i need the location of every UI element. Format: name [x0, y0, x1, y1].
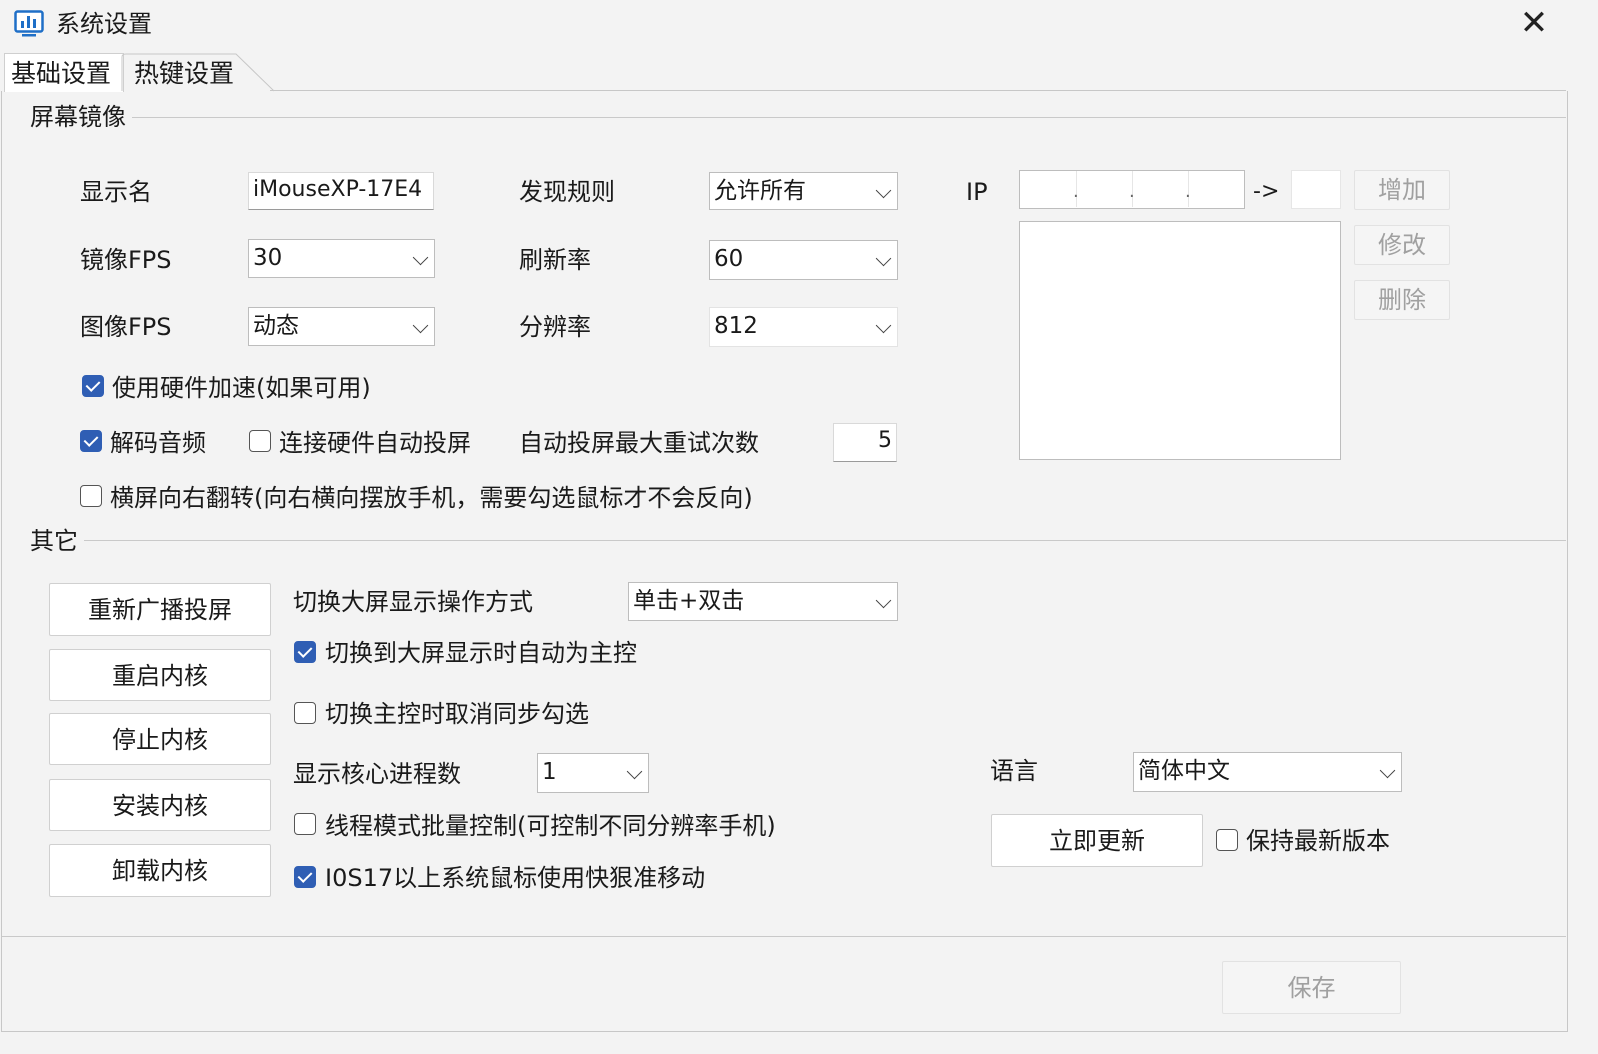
keep-latest-checkbox[interactable] [1216, 829, 1238, 851]
select-value: 单击+双击 [633, 588, 745, 614]
ip-dot-separator: . [1129, 181, 1135, 202]
max-retry-field[interactable]: 5 [833, 423, 897, 462]
chevron-down-icon [1379, 762, 1396, 779]
ip-octet-2[interactable] [1076, 171, 1133, 207]
restart-kernel-button[interactable]: 重启内核 [49, 649, 271, 701]
ios17-move-checkbox[interactable] [294, 866, 316, 888]
hardware-accel-label: 使用硬件加速(如果可用) [112, 374, 371, 402]
switch-mode-label: 切换大屏显示操作方式 [293, 588, 533, 616]
group-divider [84, 540, 1566, 541]
ip-end-field[interactable] [1291, 170, 1341, 209]
tab-hotkey-settings[interactable]: 热键设置 [128, 54, 278, 90]
auto-cast-label: 连接硬件自动投屏 [279, 429, 471, 457]
tab-label: 热键设置 [134, 59, 235, 88]
resolution-select[interactable]: 812 [709, 307, 898, 347]
select-value: 60 [714, 246, 744, 272]
resolution-label: 分辨率 [519, 313, 591, 341]
auto-master-checkbox[interactable] [294, 641, 316, 663]
select-value: 简体中文 [1138, 758, 1230, 784]
delete-button[interactable]: 删除 [1354, 280, 1450, 320]
group-title-screen-mirror: 屏幕镜像 [30, 102, 132, 132]
rebroadcast-button[interactable]: 重新广播投屏 [49, 583, 271, 636]
display-name-label: 显示名 [80, 178, 152, 206]
landscape-flip-label: 横屏向右翻转(向右横向摆放手机，需要勾选鼠标才不会反向) [110, 484, 753, 512]
thread-mode-label: 线程模式批量控制(可控制不同分辨率手机) [325, 812, 776, 840]
language-label: 语言 [990, 757, 1038, 785]
ip-address-input[interactable]: ... [1019, 170, 1245, 209]
uninstall-kernel-button[interactable]: 卸载内核 [49, 844, 271, 897]
image-fps-select[interactable]: 动态 [248, 307, 435, 346]
select-value: 812 [714, 313, 758, 339]
tab-basic-settings[interactable]: 基础设置 [4, 53, 124, 92]
core-process-select[interactable]: 1 [537, 753, 649, 793]
refresh-rate-select[interactable]: 60 [709, 240, 898, 280]
select-value: 1 [542, 759, 557, 785]
cancel-sync-label: 切换主控时取消同步勾选 [325, 700, 589, 728]
chevron-down-icon [875, 250, 892, 267]
select-value: 允许所有 [714, 178, 806, 204]
ip-octet-4[interactable] [1188, 171, 1244, 207]
chevron-down-icon [875, 317, 892, 334]
thread-mode-checkbox[interactable] [294, 813, 316, 835]
tab-label: 基础设置 [11, 59, 112, 88]
chevron-down-icon [875, 182, 892, 199]
decode-audio-checkbox[interactable] [80, 430, 102, 452]
landscape-flip-checkbox[interactable] [80, 485, 102, 507]
group-divider [130, 117, 1566, 118]
chevron-down-icon [412, 317, 429, 334]
chevron-down-icon [875, 592, 892, 609]
cancel-sync-checkbox[interactable] [294, 702, 316, 724]
modify-button[interactable]: 修改 [1354, 225, 1450, 265]
select-value: 30 [253, 245, 283, 271]
keep-latest-label: 保持最新版本 [1246, 827, 1390, 855]
stop-kernel-button[interactable]: 停止内核 [49, 713, 271, 765]
install-kernel-button[interactable]: 安装内核 [49, 779, 271, 831]
window-title: 系统设置 [56, 10, 152, 38]
ip-octet-1[interactable] [1020, 171, 1077, 207]
core-process-label: 显示核心进程数 [293, 760, 461, 788]
update-now-button[interactable]: 立即更新 [991, 814, 1203, 867]
ip-octet-3[interactable] [1132, 171, 1189, 207]
ip-list[interactable] [1019, 221, 1341, 460]
chart-monitor-icon [14, 10, 44, 37]
ios17-move-label: I0S17以上系统鼠标使用快狠准移动 [325, 864, 706, 892]
save-button[interactable]: 保存 [1222, 961, 1401, 1014]
ip-label: IP [966, 178, 988, 206]
discovery-rule-label: 发现规则 [519, 178, 615, 206]
switch-mode-select[interactable]: 单击+双击 [628, 582, 898, 621]
discovery-rule-select[interactable]: 允许所有 [709, 172, 898, 210]
language-select[interactable]: 简体中文 [1133, 752, 1402, 792]
refresh-rate-label: 刷新率 [519, 246, 591, 274]
max-retry-label: 自动投屏最大重试次数 [519, 429, 759, 457]
mirror-fps-label: 镜像FPS [80, 246, 172, 274]
auto-master-label: 切换到大屏显示时自动为主控 [325, 639, 637, 667]
add-button[interactable]: 增加 [1354, 170, 1450, 210]
display-name-field[interactable]: iMouseXP-17E4 [248, 172, 434, 210]
ip-dot-separator: . [1185, 181, 1191, 202]
group-title-other: 其它 [30, 526, 84, 556]
hardware-accel-checkbox[interactable] [82, 375, 104, 397]
footer-divider [2, 936, 1566, 937]
image-fps-label: 图像FPS [80, 313, 172, 341]
mirror-fps-select[interactable]: 30 [248, 239, 435, 278]
chevron-down-icon [626, 763, 643, 780]
decode-audio-label: 解码音频 [110, 429, 206, 457]
auto-cast-checkbox[interactable] [249, 430, 271, 452]
ip-dot-separator: . [1073, 181, 1079, 202]
close-icon[interactable]: ✕ [1516, 6, 1552, 42]
title-bar [0, 0, 1568, 48]
select-value: 动态 [253, 313, 299, 339]
ip-arrow: -> [1253, 179, 1280, 204]
chevron-down-icon [412, 249, 429, 266]
